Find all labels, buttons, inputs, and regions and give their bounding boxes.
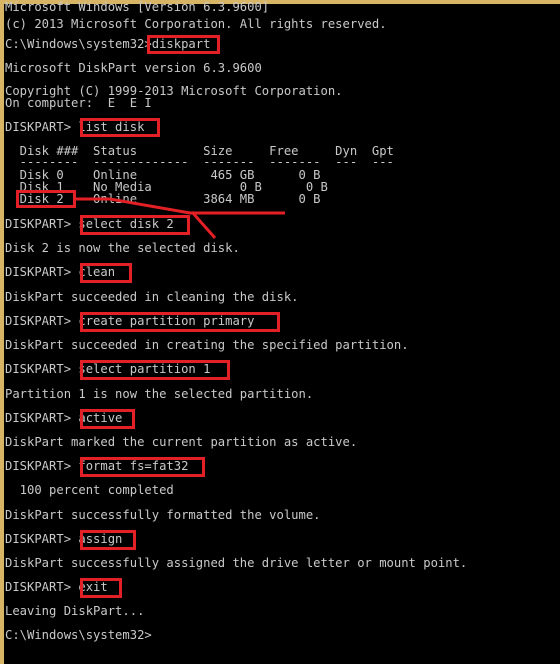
console-line: DISKPART> exit xyxy=(5,580,108,594)
console-line: DISKPART> active xyxy=(5,411,123,425)
console-line: DISKPART> format fs=fat32 xyxy=(5,459,189,473)
console-line: Partition 1 is now the selected partitio… xyxy=(5,387,314,401)
console-line: (c) 2013 Microsoft Corporation. All righ… xyxy=(5,17,387,31)
console-line: DiskPart succeeded in cleaning the disk. xyxy=(5,290,299,304)
console-output[interactable]: Microsoft Windows [Version 6.3.9600] (c) … xyxy=(0,0,560,664)
console-line: DiskPart marked the current partition as… xyxy=(5,435,358,449)
console-line: C:\Windows\system32> xyxy=(5,628,152,642)
console-line: DISKPART> clean xyxy=(5,265,116,279)
console-line: C:\Windows\system32>diskpart xyxy=(5,37,211,51)
command-prompt-window[interactable]: Microsoft Windows [Version 6.3.9600] (c) … xyxy=(0,0,560,664)
console-line: Disk 2 is now the selected disk. xyxy=(5,241,240,255)
console-line: Disk 2 Online 3864 MB 0 B xyxy=(5,192,321,206)
console-line: DiskPart succeeded in creating the speci… xyxy=(5,338,409,352)
console-line: 100 percent completed xyxy=(5,483,174,497)
console-line: On computer: E E I xyxy=(5,96,152,110)
console-line: Microsoft DiskPart version 6.3.9600 xyxy=(5,61,262,75)
console-line: DISKPART> assign xyxy=(5,532,123,546)
console-line: DISKPART> select partition 1 xyxy=(5,362,211,376)
console-line: DISKPART> select disk 2 xyxy=(5,217,174,231)
console-line: Leaving DiskPart... xyxy=(5,604,145,618)
console-line: DiskPart successfully assigned the drive… xyxy=(5,556,468,570)
console-line: Microsoft Windows [Version 6.3.9600] xyxy=(5,0,270,14)
console-line: DiskPart successfully formatted the volu… xyxy=(5,508,321,522)
console-line: DISKPART> create partition primary xyxy=(5,314,255,328)
console-line: DISKPART> list disk xyxy=(5,120,145,134)
